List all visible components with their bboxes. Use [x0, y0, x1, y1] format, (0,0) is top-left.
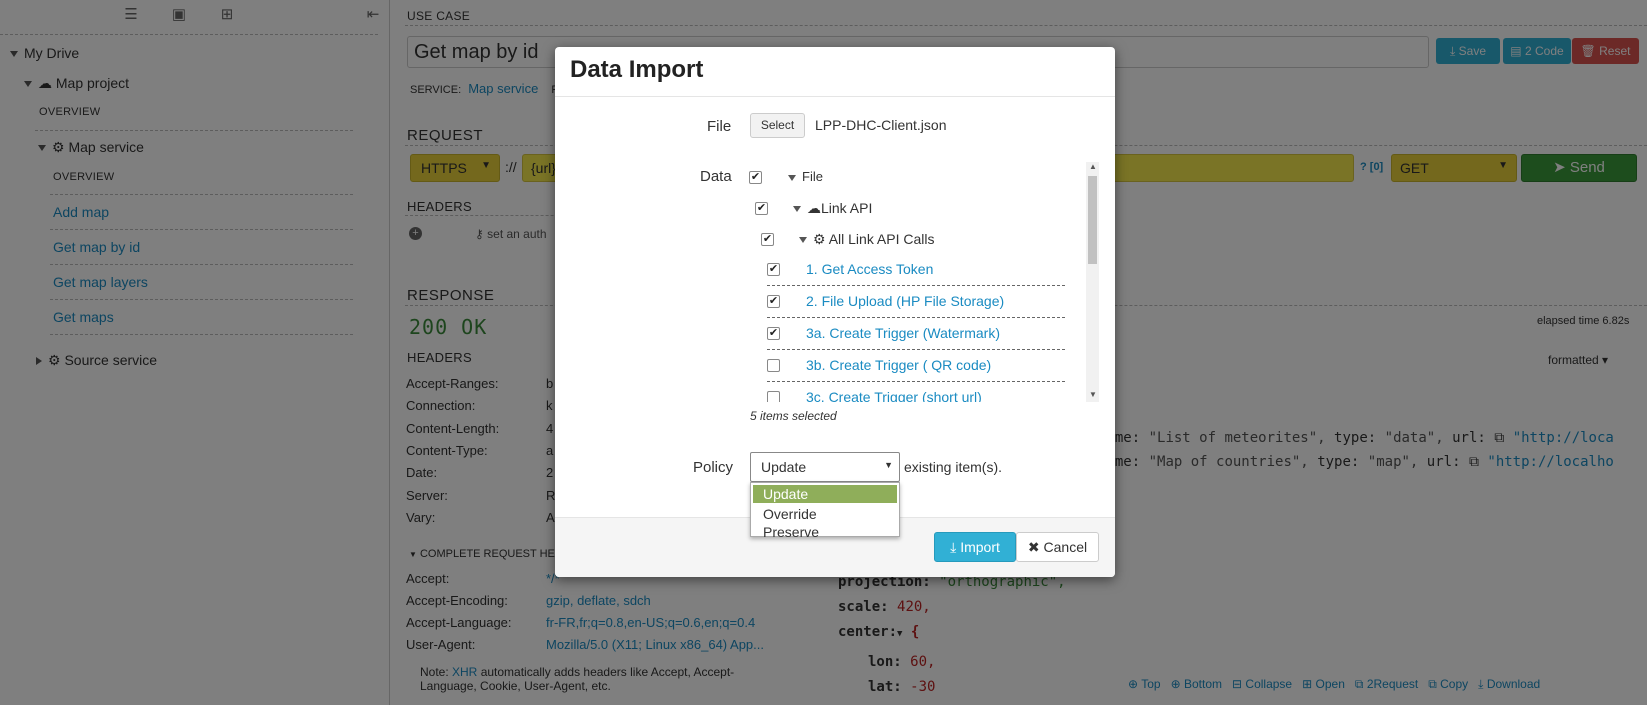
policy-suffix: existing item(s).	[904, 459, 1003, 475]
tree-all-calls[interactable]: ⚙ All Link API Calls	[799, 231, 935, 248]
policy-dropdown: Update Override Preserve	[750, 482, 900, 540]
data-tree: ✔ File ✔ ☁Link API ✔ ⚙ All Link API Call…	[748, 160, 1100, 402]
chevron-down-icon	[788, 174, 796, 181]
policy-value: Update	[761, 459, 807, 475]
selected-count: 5 items selected	[750, 409, 837, 423]
tree-item-label[interactable]: 2. File Upload (HP File Storage)	[806, 293, 1004, 309]
chevron-down-icon	[799, 237, 807, 244]
gear-icon: ⚙	[813, 231, 826, 247]
tree-item-label[interactable]: 3b. Create Trigger ( QR code)	[806, 357, 991, 373]
divider	[767, 381, 1065, 382]
file-name: LPP-DHC-Client.json	[815, 117, 947, 133]
modal-title: Data Import	[570, 56, 704, 83]
cloud-icon: ☁	[807, 200, 821, 216]
tree-file-label: File	[802, 169, 823, 184]
chevron-down-icon	[793, 206, 801, 213]
download-icon: ⤓	[950, 539, 957, 555]
policy-option-override[interactable]: Override	[753, 505, 897, 523]
scroll-up-icon[interactable]: ▲	[1089, 162, 1097, 171]
item-checkbox[interactable]	[767, 391, 780, 402]
tree-item-label[interactable]: 3a. Create Trigger (Watermark)	[806, 325, 1000, 341]
close-icon: ✖	[1027, 539, 1040, 555]
cancel-label: Cancel	[1043, 539, 1088, 555]
data-label: Data	[700, 168, 732, 185]
tree-file[interactable]: File	[788, 169, 823, 184]
policy-option-preserve[interactable]: Preserve	[753, 523, 897, 541]
all-calls-checkbox[interactable]: ✔	[761, 233, 774, 246]
policy-option-update[interactable]: Update	[753, 485, 897, 503]
item-checkbox[interactable]	[767, 359, 780, 372]
divider	[767, 349, 1065, 350]
item-checkbox[interactable]: ✔	[767, 327, 780, 340]
divider	[767, 285, 1065, 286]
select-file-button[interactable]: Select	[750, 113, 805, 138]
caret-down-icon: ▼	[884, 460, 893, 470]
divider	[767, 317, 1065, 318]
link-api-checkbox[interactable]: ✔	[755, 202, 768, 215]
item-checkbox[interactable]: ✔	[767, 263, 780, 276]
cancel-button[interactable]: ✖ Cancel	[1016, 532, 1099, 562]
file-label: File	[707, 118, 732, 135]
tree-link-api[interactable]: ☁Link API	[793, 200, 872, 217]
file-checkbox[interactable]: ✔	[749, 171, 762, 184]
tree-item-label[interactable]: 3c. Create Trigger (short url)	[806, 389, 982, 402]
tree-all-calls-label: All Link API Calls	[828, 231, 935, 247]
import-button[interactable]: ⤓ Import	[934, 532, 1016, 562]
modal-header-divider	[555, 96, 1115, 97]
policy-label: Policy	[693, 459, 734, 476]
tree-item-label[interactable]: 1. Get Access Token	[806, 261, 933, 277]
policy-select[interactable]: Update ▼	[750, 452, 900, 482]
tree-link-api-label: Link API	[821, 200, 873, 216]
scrollbar-thumb[interactable]	[1088, 176, 1097, 264]
item-checkbox[interactable]: ✔	[767, 295, 780, 308]
tree-scrollbar[interactable]: ▲ ▼	[1086, 162, 1099, 402]
import-label: Import	[960, 539, 1000, 555]
scroll-down-icon[interactable]: ▼	[1089, 390, 1097, 399]
